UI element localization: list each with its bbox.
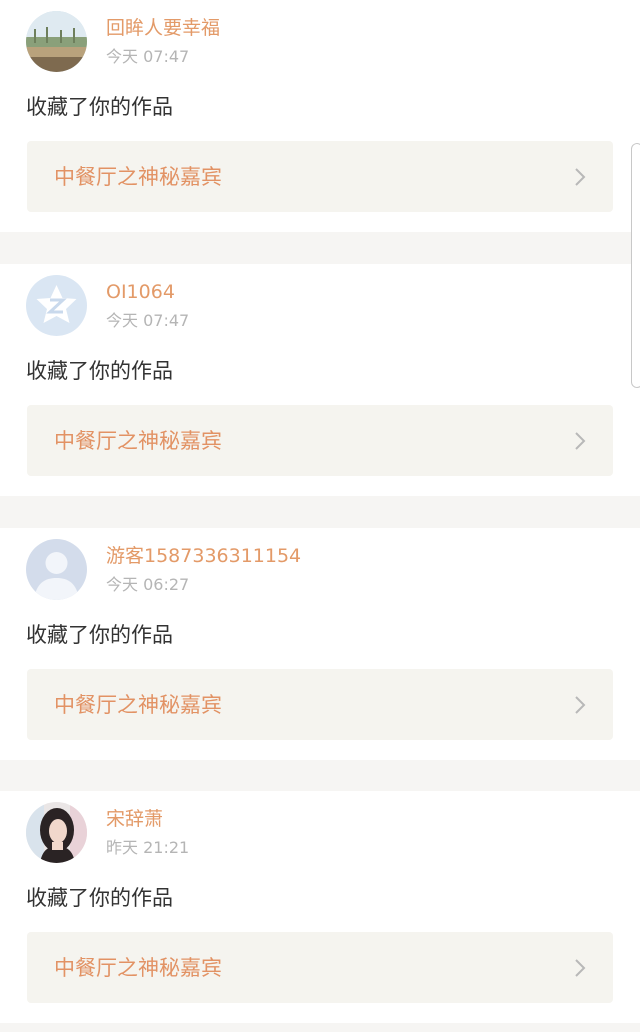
- work-link[interactable]: 中餐厅之神秘嘉宾: [27, 669, 613, 740]
- username[interactable]: 宋辞萧: [106, 806, 163, 832]
- notification-card: 游客1587336311154 今天 06:27 收藏了你的作品 中餐厅之神秘嘉…: [0, 528, 640, 760]
- action-text: 收藏了你的作品: [26, 95, 173, 119]
- chevron-right-icon: [575, 696, 586, 714]
- action-text: 收藏了你的作品: [26, 359, 173, 383]
- avatar[interactable]: [26, 275, 87, 336]
- work-link[interactable]: 中餐厅之神秘嘉宾: [27, 932, 613, 1003]
- action-text: 收藏了你的作品: [26, 886, 173, 910]
- username[interactable]: 游客1587336311154: [106, 543, 301, 569]
- notification-card: 回眸人要幸福 今天 07:47 收藏了你的作品 中餐厅之神秘嘉宾: [0, 0, 640, 232]
- timestamp: 今天 07:47: [106, 311, 190, 330]
- avatar[interactable]: [26, 802, 87, 863]
- avatar[interactable]: [26, 539, 87, 600]
- avatar[interactable]: [26, 11, 87, 72]
- scrollbar[interactable]: [631, 143, 640, 388]
- chevron-right-icon: [575, 168, 586, 186]
- work-link[interactable]: 中餐厅之神秘嘉宾: [27, 141, 613, 212]
- work-title: 中餐厅之神秘嘉宾: [54, 165, 222, 189]
- default-z-logo-icon: [26, 275, 87, 336]
- chevron-right-icon: [575, 959, 586, 977]
- timestamp: 今天 07:47: [106, 47, 190, 66]
- notification-card: OI1064 今天 07:47 收藏了你的作品 中餐厅之神秘嘉宾: [0, 264, 640, 496]
- landscape-photo-icon: [26, 11, 87, 72]
- timestamp: 今天 06:27: [106, 575, 190, 594]
- chevron-right-icon: [575, 432, 586, 450]
- username[interactable]: 回眸人要幸福: [106, 15, 220, 41]
- work-link[interactable]: 中餐厅之神秘嘉宾: [27, 405, 613, 476]
- work-title: 中餐厅之神秘嘉宾: [54, 429, 222, 453]
- notification-card: 宋辞萧 昨天 21:21 收藏了你的作品 中餐厅之神秘嘉宾: [0, 791, 640, 1023]
- work-title: 中餐厅之神秘嘉宾: [54, 693, 222, 717]
- action-text: 收藏了你的作品: [26, 623, 173, 647]
- default-person-icon: [26, 539, 87, 600]
- timestamp: 昨天 21:21: [106, 838, 190, 857]
- work-title: 中餐厅之神秘嘉宾: [54, 956, 222, 980]
- username[interactable]: OI1064: [106, 279, 175, 305]
- portrait-photo-icon: [26, 802, 87, 863]
